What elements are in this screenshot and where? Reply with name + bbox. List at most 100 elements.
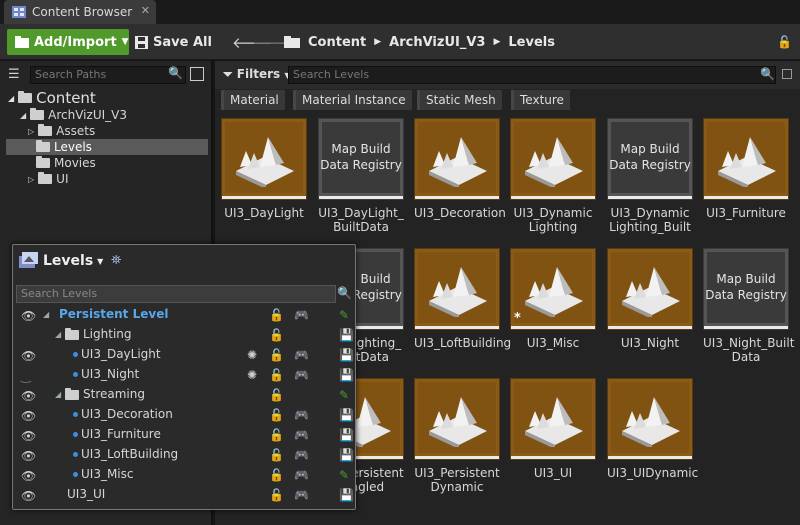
tree-item-assets[interactable]: ▷ Assets xyxy=(6,123,208,139)
lock-icon[interactable]: 🔓 xyxy=(269,468,284,482)
level-label: UI3_Misc xyxy=(73,467,134,481)
edit-icon[interactable]: ✎ xyxy=(339,388,349,402)
level-row[interactable]: 👁 UI3_LoftBuilding 🔓 🎮 💾 xyxy=(17,445,354,465)
eye-icon[interactable]: 👁 xyxy=(21,489,36,503)
eye-icon[interactable]: 👁 xyxy=(21,409,36,423)
lighting-scenario-icon[interactable]: ✺ xyxy=(247,348,257,362)
breadcrumb-archvizui[interactable]: ArchVizUI_V3 xyxy=(389,35,485,50)
lock-icon[interactable]: 🔓 xyxy=(269,488,284,502)
filters-button[interactable]: ⏷ Filters ▼ xyxy=(223,67,291,82)
level-row-persistent[interactable]: 👁 ◢ Persistent Level 🔓 🎮 ✎ xyxy=(17,305,353,325)
asset-tile[interactable]: UI3_Dynamic Lighting xyxy=(510,118,596,234)
save-all-button[interactable]: Save All xyxy=(135,29,212,55)
lock-icon[interactable]: 🔓 xyxy=(269,448,284,462)
lock-icon[interactable]: 🔓 xyxy=(269,348,284,362)
asset-label: UI3_Night xyxy=(620,336,680,350)
level-row-folder-streaming[interactable]: 👁 ◢ Streaming 🔓 ✎ xyxy=(17,385,353,405)
asset-tile[interactable]: UI3_Night xyxy=(607,248,693,350)
level-details-icon[interactable]: ⛯ xyxy=(111,253,121,268)
eye-icon[interactable]: 👁 xyxy=(21,349,36,363)
lock-icon[interactable]: 🔓 xyxy=(269,368,284,382)
save-icon[interactable]: 💾 xyxy=(339,408,354,422)
breadcrumb-arrow-icon[interactable]: ▶ xyxy=(493,37,500,47)
lock-icon[interactable]: 🔓 xyxy=(777,35,792,49)
breadcrumb-content[interactable]: Content xyxy=(308,35,366,50)
tree-item-archvizui[interactable]: ◢ ArchVizUI_V3 xyxy=(6,107,208,123)
level-row[interactable]: 👁 UI3_Decoration 🔓 🎮 💾 xyxy=(17,405,354,425)
lock-icon[interactable]: 🔓 xyxy=(269,428,284,442)
search-assets-input[interactable]: Search Levels xyxy=(288,66,776,84)
asset-tile[interactable]: Map Build Data Registry UI3_DayLight_ Bu… xyxy=(318,118,404,234)
filter-chip-static-mesh[interactable]: Static Mesh xyxy=(417,90,502,110)
level-row[interactable]: 👁 UI3_DayLight ✺ 🔓 🎮 💾 xyxy=(17,345,354,365)
lock-icon[interactable]: 🔓 xyxy=(269,408,284,422)
level-row[interactable]: 👁 UI3_UI 🔓 🎮 💾 xyxy=(17,485,354,505)
asset-tile[interactable]: UI3_UI xyxy=(510,378,596,480)
tab-content-browser[interactable]: Content Browser ✕ xyxy=(4,0,156,24)
search-levels-input[interactable]: Search Levels xyxy=(16,285,336,303)
save-icon[interactable]: 💾 xyxy=(339,448,354,462)
breadcrumb-levels[interactable]: Levels xyxy=(508,35,555,50)
asset-tile[interactable]: Map Build Data Registry UI3_Dynamic Ligh… xyxy=(607,118,693,234)
search-icon[interactable]: 🔍 xyxy=(168,66,183,80)
edit-icon[interactable]: ✎ xyxy=(339,308,349,322)
save-icon[interactable]: 💾 xyxy=(339,428,354,442)
asset-tile[interactable]: UI3_DayLight xyxy=(221,118,307,220)
asset-tile[interactable]: Map Build Data Registry UI3_Night_Built … xyxy=(703,248,794,364)
gamepad-icon[interactable]: 🎮 xyxy=(294,368,309,382)
gamepad-icon[interactable]: 🎮 xyxy=(294,488,309,502)
asset-tile[interactable]: UI3_Furniture xyxy=(703,118,789,220)
asset-tile[interactable]: * UI3_Misc xyxy=(510,248,596,350)
breadcrumb-arrow-icon[interactable]: ▶ xyxy=(374,37,381,47)
lock-icon[interactable]: 🔓 xyxy=(269,308,284,322)
eye-icon[interactable]: 👁 xyxy=(21,469,36,483)
toggle-sources-icon[interactable]: ☰ xyxy=(8,67,20,82)
gamepad-icon[interactable]: 🎮 xyxy=(294,468,309,482)
level-row[interactable]: ‿ UI3_Night ✺ 🔓 🎮 💾 xyxy=(17,365,354,385)
search-icon[interactable]: 🔍 xyxy=(760,67,775,81)
eye-icon[interactable]: 👁 xyxy=(21,309,36,323)
eye-icon[interactable]: 👁 xyxy=(21,429,36,443)
asset-tile[interactable]: UI3_LoftBuilding xyxy=(414,248,511,350)
eye-icon[interactable]: 👁 xyxy=(21,449,36,463)
gamepad-icon[interactable]: 🎮 xyxy=(294,408,309,422)
save-icon[interactable]: 💾 xyxy=(339,488,354,502)
tree-item-ui[interactable]: ▷ UI xyxy=(6,171,208,187)
save-search-icon[interactable] xyxy=(782,69,792,79)
tree-item-movies[interactable]: Movies xyxy=(6,155,208,171)
eye-icon[interactable]: 👁 xyxy=(21,389,36,403)
close-icon[interactable]: ✕ xyxy=(141,4,150,17)
lighting-scenario-icon[interactable]: ✺ xyxy=(247,368,257,382)
save-icon[interactable]: 💾 xyxy=(339,328,354,342)
view-options-icon[interactable] xyxy=(190,67,204,81)
chevron-down-icon: ◢ xyxy=(55,330,62,339)
search-paths-input[interactable]: Search Paths xyxy=(30,66,186,84)
lock-icon[interactable]: 🔓 xyxy=(269,328,284,342)
filter-chip-material[interactable]: Material xyxy=(221,90,285,110)
add-import-button[interactable]: Add/Import ▼ xyxy=(7,29,129,55)
tree-item-content[interactable]: ◢ Content xyxy=(6,89,208,107)
levels-menu-button[interactable]: Levels ▼ xyxy=(19,252,103,270)
filter-chip-material-instance[interactable]: Material Instance xyxy=(293,90,412,110)
tree-item-levels[interactable]: Levels xyxy=(6,139,208,155)
gamepad-icon[interactable]: 🎮 xyxy=(294,448,309,462)
level-row[interactable]: 👁 UI3_Misc 🔓 🎮 ✎ xyxy=(17,465,353,485)
edit-icon[interactable]: ✎ xyxy=(339,468,349,482)
asset-tile[interactable]: UI3_Persistent Dynamic xyxy=(414,378,500,494)
level-row[interactable]: 👁 UI3_Furniture 🔓 🎮 💾 xyxy=(17,425,354,445)
save-icon[interactable]: 💾 xyxy=(339,348,354,362)
save-icon[interactable]: 💾 xyxy=(339,368,354,382)
level-thumbnail xyxy=(221,118,307,200)
filter-chip-texture[interactable]: Texture xyxy=(511,90,570,110)
search-icon[interactable]: 🔍 xyxy=(337,286,352,300)
eye-closed-icon[interactable]: ‿ xyxy=(21,369,31,383)
lock-icon[interactable]: 🔓 xyxy=(269,388,284,402)
asset-tile[interactable]: UI3_UIDynamic xyxy=(607,378,698,480)
gamepad-icon[interactable]: 🎮 xyxy=(294,348,309,362)
level-label: UI3_UI xyxy=(67,487,106,501)
gamepad-icon[interactable]: 🎮 xyxy=(294,308,309,322)
asset-tile[interactable]: UI3_Decoration xyxy=(414,118,506,220)
level-row-folder-lighting[interactable]: ◢ Lighting 🔓 💾 xyxy=(17,325,354,345)
map-build-thumbnail: Map Build Data Registry xyxy=(607,118,693,200)
gamepad-icon[interactable]: 🎮 xyxy=(294,428,309,442)
